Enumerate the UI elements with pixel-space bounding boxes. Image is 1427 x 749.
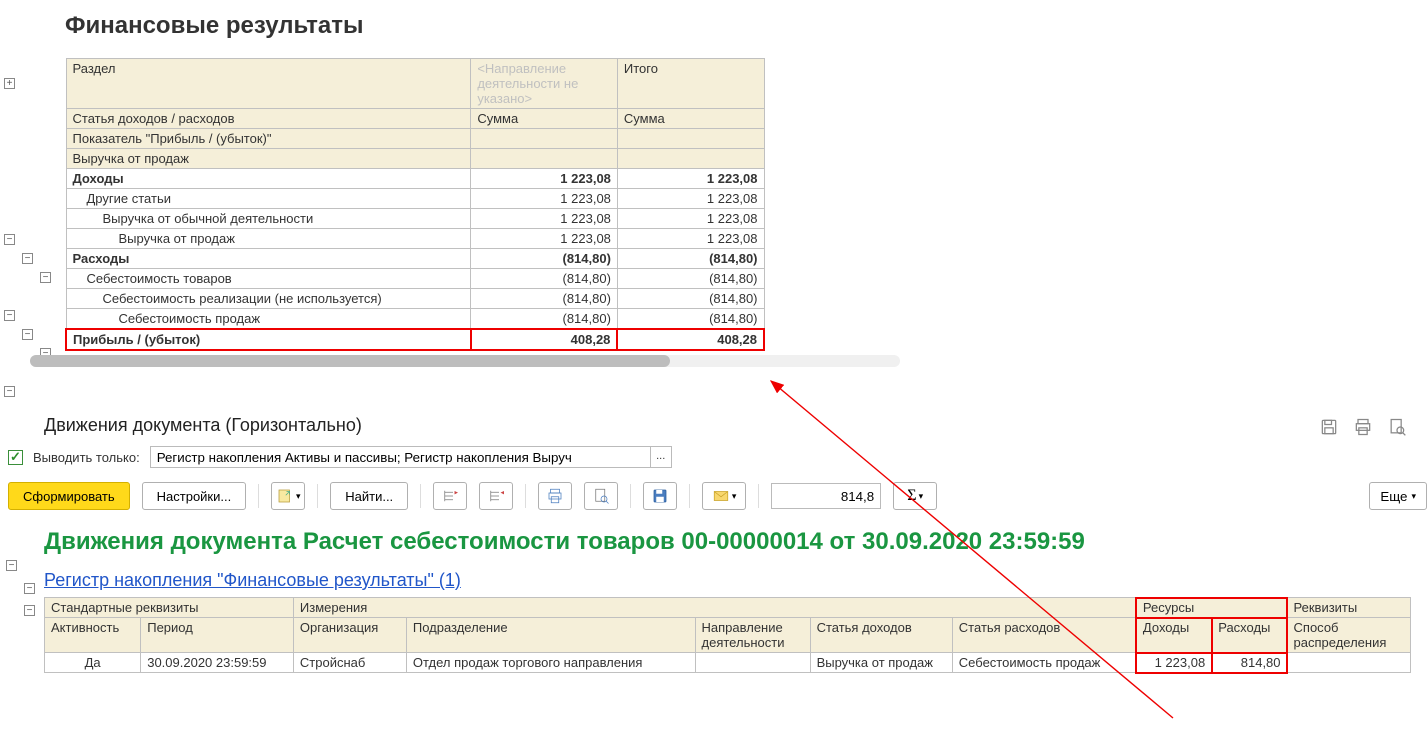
movements-title: Движения документа (Горизонтально) [44, 415, 362, 436]
preview-icon[interactable] [1387, 417, 1407, 437]
header-direction: <Направление деятельности не указано> [471, 59, 618, 109]
settings-button[interactable]: Настройки... [142, 482, 247, 510]
financial-results-table: Раздел <Направление деятельности не указ… [65, 58, 765, 351]
collapse-icon[interactable]: − [24, 605, 35, 616]
collapse-icon[interactable]: − [24, 583, 35, 594]
collapse-icon[interactable]: − [4, 310, 15, 321]
group-res: Ресурсы [1136, 598, 1287, 618]
report-title: Финансовые результаты [65, 12, 765, 40]
document-title: Движения документа Расчет себестоимости … [44, 528, 1427, 556]
register-table: Стандартные реквизиты Измерения Ресурсы … [44, 597, 1411, 673]
col-org: Организация [293, 618, 406, 653]
svg-text:◂: ◂ [501, 490, 505, 497]
col-art-expense: Статья расходов [952, 618, 1136, 653]
row-other[interactable]: Другие статьи1 223,081 223,08 [66, 189, 764, 209]
header-section: Раздел [66, 59, 471, 109]
collapse-groups-button[interactable]: ◂ [479, 482, 513, 510]
row-expense[interactable]: Расходы(814,80)(814,80) [66, 249, 764, 269]
header-total: Итого [617, 59, 764, 109]
more-button[interactable]: Еще▾ [1369, 482, 1427, 510]
svg-text:▸: ▸ [455, 490, 459, 497]
collapse-icon[interactable]: − [22, 253, 33, 264]
register-link[interactable]: Регистр накопления "Финансовые результат… [44, 570, 1427, 591]
form-button[interactable]: Сформировать [8, 482, 130, 510]
col-expense: Расходы [1212, 618, 1287, 653]
header-sum2: Сумма [617, 109, 764, 129]
header-indicator: Показатель "Прибыль / (убыток)" [66, 129, 471, 149]
col-method: Способ распределения [1287, 618, 1410, 653]
collapse-icon[interactable]: − [6, 560, 17, 571]
collapse-icon[interactable]: − [4, 386, 15, 397]
save-report-button[interactable] [643, 482, 677, 510]
print-button[interactable] [538, 482, 572, 510]
row-income[interactable]: Доходы1 223,081 223,08 [66, 169, 764, 189]
collapse-icon[interactable]: − [40, 272, 51, 283]
filter-label: Выводить только: [33, 450, 140, 465]
row-rev-ord[interactable]: Выручка от обычной деятельности1 223,081… [66, 209, 764, 229]
print-icon[interactable] [1353, 417, 1373, 437]
preview-button[interactable] [584, 482, 618, 510]
output-only-checkbox[interactable] [8, 450, 23, 465]
col-direction: Направление деятельности [695, 618, 810, 653]
expand-groups-button[interactable]: ▸ [433, 482, 467, 510]
expand-icon[interactable]: + [4, 78, 15, 89]
col-dept: Подразделение [406, 618, 695, 653]
search-input[interactable] [771, 483, 881, 509]
restore-settings-button[interactable]: ▾ [271, 482, 305, 510]
scrollbar-thumb[interactable] [30, 355, 670, 367]
find-button[interactable]: Найти... [330, 482, 408, 510]
col-activity: Активность [45, 618, 141, 653]
col-art-income: Статья доходов [810, 618, 952, 653]
filter-more-button[interactable]: ... [650, 446, 672, 468]
collapse-icon[interactable]: − [4, 234, 15, 245]
row-cost-real[interactable]: Себестоимость реализации (не используетс… [66, 289, 764, 309]
save-icon[interactable] [1319, 417, 1339, 437]
filter-input[interactable] [150, 446, 650, 468]
sigma-button[interactable]: Σ▾ [893, 482, 937, 510]
horizontal-scrollbar[interactable] [30, 355, 900, 367]
table-row[interactable]: Да 30.09.2020 23:59:59 Стройснаб Отдел п… [45, 653, 1411, 673]
header-revenue: Выручка от продаж [66, 149, 471, 169]
group-std: Стандартные реквизиты [45, 598, 294, 618]
col-period: Период [141, 618, 294, 653]
group-dim: Измерения [293, 598, 1136, 618]
col-income: Доходы [1136, 618, 1211, 653]
email-button[interactable]: ▾ [702, 482, 746, 510]
header-article: Статья доходов / расходов [66, 109, 471, 129]
group-req: Реквизиты [1287, 598, 1410, 618]
row-profit[interactable]: Прибыль / (убыток)408,28408,28 [66, 329, 764, 350]
collapse-icon[interactable]: − [22, 329, 33, 340]
header-sum1: Сумма [471, 109, 618, 129]
row-rev-sales[interactable]: Выручка от продаж1 223,081 223,08 [66, 229, 764, 249]
row-cost-goods[interactable]: Себестоимость товаров(814,80)(814,80) [66, 269, 764, 289]
row-cost-sales[interactable]: Себестоимость продаж(814,80)(814,80) [66, 309, 764, 330]
